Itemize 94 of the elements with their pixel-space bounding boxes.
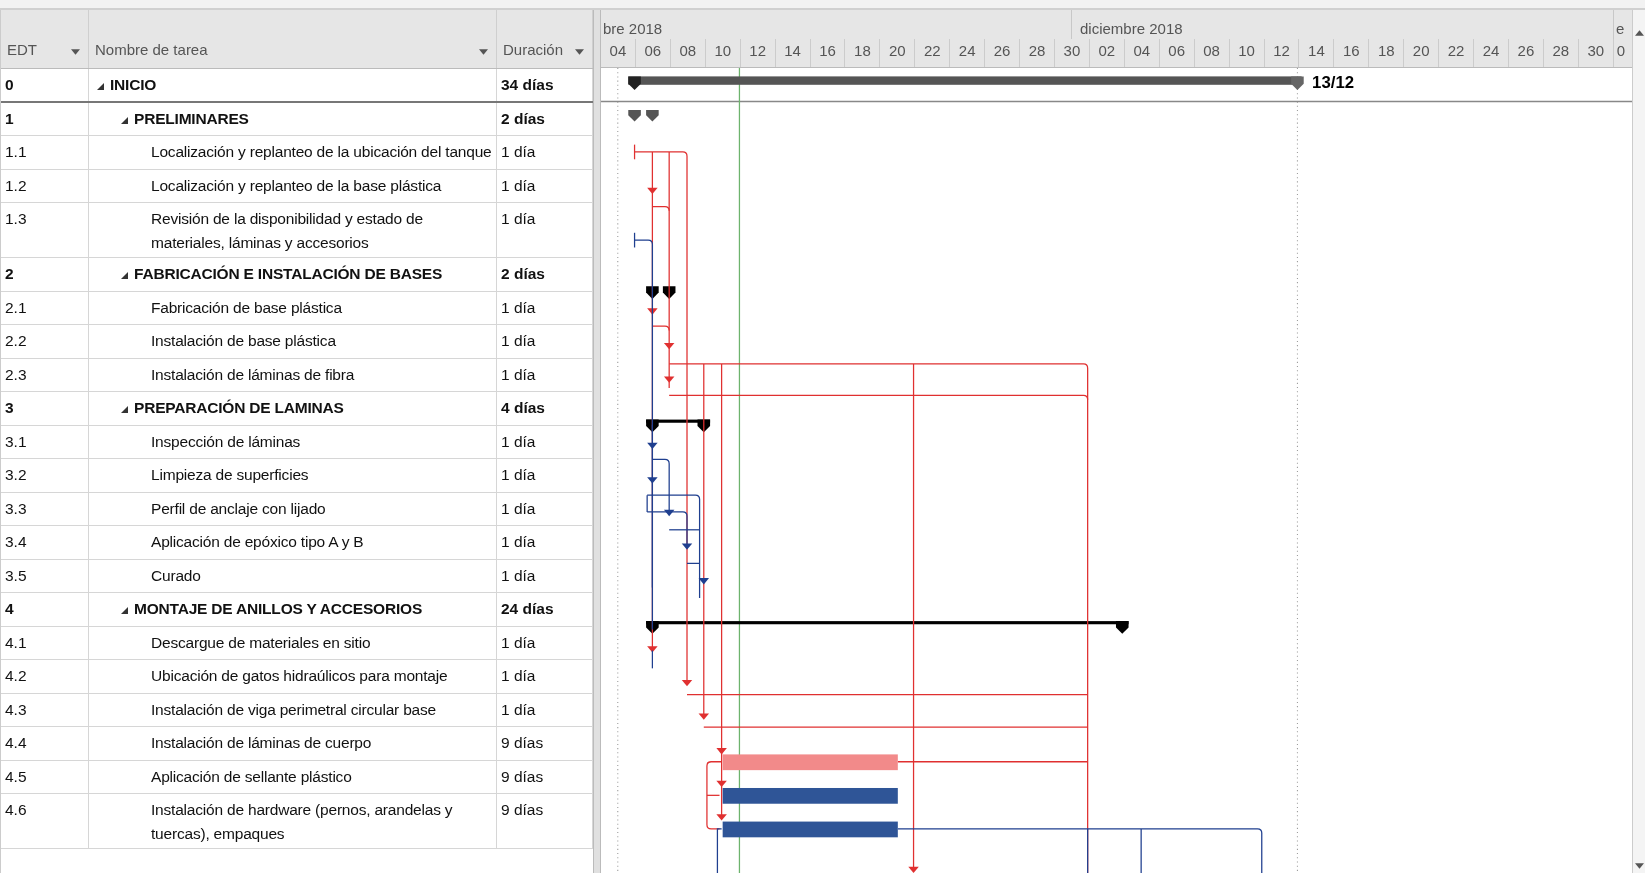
task-name: Fabricación de base plástica xyxy=(151,297,342,318)
wbs-cell: 2.1 xyxy=(1,291,89,324)
task-name: FABRICACIÓN E INSTALACIÓN DE BASES xyxy=(134,264,443,284)
task-name: Perfil de anclaje con lijado xyxy=(151,498,326,519)
collapse-icon[interactable] xyxy=(121,406,128,413)
task-name: INICIO xyxy=(110,75,157,95)
day-label: 26 xyxy=(985,39,1021,67)
day-label: 22 xyxy=(1439,39,1475,67)
collapse-icon[interactable] xyxy=(121,607,128,614)
day-label: 06 xyxy=(635,39,671,67)
day-label: 04 xyxy=(601,39,636,67)
month-label: bre 2018 xyxy=(603,20,663,37)
wbs-cell: 3.3 xyxy=(1,492,89,525)
wbs-cell: 4.6 xyxy=(1,794,89,848)
task-name: Instalación de viga perimetral circular base xyxy=(151,699,436,720)
column-label: Duración xyxy=(503,41,564,58)
task-name: Localización y replanteo de la base plástica xyxy=(151,175,442,196)
day-label: 0 xyxy=(1615,41,1627,61)
day-label: 10 xyxy=(705,39,741,67)
collapse-icon[interactable] xyxy=(97,83,104,90)
day-label: 08 xyxy=(670,39,706,67)
task-name: MONTAJE DE ANILLOS Y ACCESORIOS xyxy=(134,599,423,619)
scroll-up-icon[interactable] xyxy=(1634,30,1644,36)
month-label: diciembre 2018 xyxy=(1080,20,1183,37)
wbs-cell: 3 xyxy=(1,392,89,425)
scrollbar[interactable] xyxy=(1632,10,1645,873)
dropdown-icon[interactable] xyxy=(71,49,80,55)
day-label: 02 xyxy=(1089,39,1125,67)
wbs-cell: 4 xyxy=(1,593,89,626)
wbs-cell: 0 xyxy=(1,69,89,101)
day-label: 06 xyxy=(1159,39,1195,67)
wbs-cell: 4.3 xyxy=(1,693,89,726)
task-name: PRELIMINARES xyxy=(134,108,249,129)
column-header[interactable]: EDT xyxy=(1,10,89,68)
wbs-cell: 1.1 xyxy=(1,136,89,169)
day-label: 10 xyxy=(1229,39,1265,67)
wbs-cell: 4.1 xyxy=(1,626,89,659)
day-label: 04 xyxy=(1124,39,1160,67)
task-name: Curado xyxy=(151,565,201,586)
scroll-down-icon[interactable] xyxy=(1634,863,1644,869)
task-name: Instalación de base plástica xyxy=(151,331,336,351)
day-label: 30 xyxy=(1578,39,1614,67)
day-label: 22 xyxy=(915,39,951,67)
wbs-cell: 3.4 xyxy=(1,526,89,559)
wbs-cell: 1 xyxy=(1,102,89,135)
task-name: PREPARACIÓN DE LAMINAS xyxy=(134,398,344,418)
day-label: 24 xyxy=(1474,39,1509,67)
task-name: Revisión de la disponibilidad y estado de materiales, láminas y accesorios xyxy=(151,209,424,253)
day-label: 20 xyxy=(1404,39,1440,67)
task-name: Instalación de hardware (pernos, arandelas y tuercas), empaques xyxy=(151,800,454,844)
day-label: 18 xyxy=(845,39,881,67)
wbs-cell: 1.3 xyxy=(1,203,89,257)
wbs-cell: 3.2 xyxy=(1,459,89,492)
wbs-cell: 4.2 xyxy=(1,660,89,693)
wbs-cell: 2.3 xyxy=(1,358,89,391)
finish-date-label: 13/12 xyxy=(1312,72,1355,92)
wbs-cell: 4.4 xyxy=(1,727,89,760)
day-label: 16 xyxy=(810,39,846,67)
wbs-cell: 3.5 xyxy=(1,559,89,592)
wbs-cell: 1.2 xyxy=(1,169,89,202)
dropdown-icon[interactable] xyxy=(575,49,584,55)
task-name: Inspección de láminas xyxy=(151,431,301,452)
day-label: 14 xyxy=(775,39,811,67)
day-label: 24 xyxy=(950,39,986,67)
day-label: 12 xyxy=(1264,39,1300,67)
collapse-icon[interactable] xyxy=(121,116,128,124)
wbs-cell: 2.2 xyxy=(1,325,89,358)
day-label: 28 xyxy=(1020,39,1055,67)
dropdown-icon[interactable] xyxy=(479,49,488,55)
column-header[interactable]: Nombre de tarea xyxy=(89,10,497,68)
task-name: Limpieza de superficies xyxy=(151,465,309,485)
task-name: Aplicación de epóxico tipo A y B xyxy=(151,532,364,552)
wbs-cell: 4.5 xyxy=(1,760,89,793)
task-name: Aplicación de sellante plástico xyxy=(151,766,352,787)
day-label: 20 xyxy=(880,39,916,67)
collapse-icon[interactable] xyxy=(121,272,128,279)
day-label: 12 xyxy=(740,39,776,67)
column-label: EDT xyxy=(7,41,37,58)
column-label: Nombre de tarea xyxy=(95,41,208,58)
wbs-cell: 3.1 xyxy=(1,425,89,458)
day-label: 18 xyxy=(1369,39,1405,67)
day-label: 26 xyxy=(1508,39,1544,67)
day-label: 30 xyxy=(1055,39,1090,67)
task-name: Descargue de materiales en sitio xyxy=(151,632,371,653)
month-label: e xyxy=(1616,20,1625,37)
day-label: 28 xyxy=(1543,39,1579,67)
task-name: Instalación de láminas de cuerpo xyxy=(151,733,372,753)
day-label: 16 xyxy=(1334,39,1370,67)
task-name: Localización y replanteo de la ubicación del tanque xyxy=(151,142,492,162)
wbs-cell: 2 xyxy=(1,258,89,291)
task-name: Ubicación de gatos hidraúlicos para montaje xyxy=(151,666,448,686)
day-label: 14 xyxy=(1299,39,1335,67)
task-name: Instalación de láminas de fibra xyxy=(151,364,355,385)
day-label: 08 xyxy=(1194,39,1230,67)
